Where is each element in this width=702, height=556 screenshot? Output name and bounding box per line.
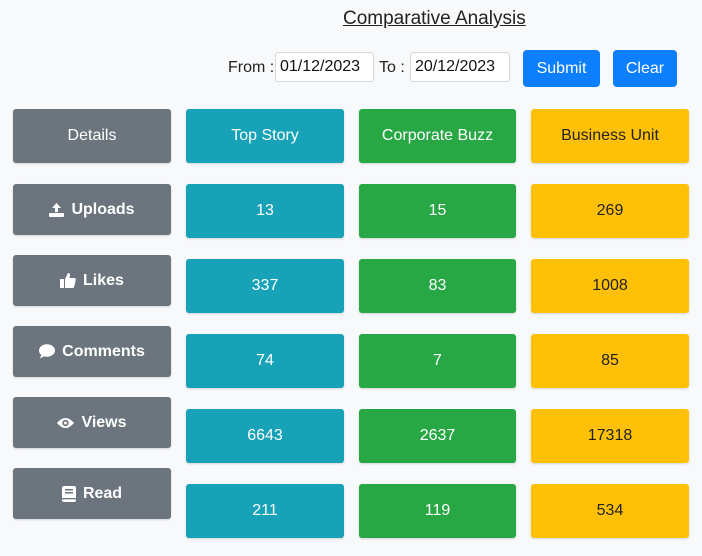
upload-icon	[49, 202, 65, 217]
page-title: Comparative Analysis	[343, 8, 526, 29]
corporate-buzz-header: Corporate Buzz	[359, 109, 516, 163]
clear-button[interactable]: Clear	[613, 50, 677, 87]
corporate-buzz-uploads: 15	[359, 184, 516, 238]
row-label-text: Comments	[62, 342, 145, 360]
business-unit-header: Business Unit	[531, 109, 689, 163]
eye-icon	[57, 417, 75, 429]
row-label-text: Uploads	[71, 200, 135, 218]
from-label: From :	[228, 59, 275, 76]
top-story-read: 211	[186, 484, 344, 538]
corporate-buzz-views: 2637	[359, 409, 516, 463]
row-label-read[interactable]: Read	[13, 468, 171, 519]
business-unit-read: 534	[531, 484, 689, 538]
corporate-buzz-read: 119	[359, 484, 516, 538]
corporate-buzz-likes: 83	[359, 259, 516, 313]
business-unit-uploads: 269	[531, 184, 689, 238]
top-story-header: Top Story	[186, 109, 344, 163]
submit-button[interactable]: Submit	[523, 50, 600, 87]
row-label-likes[interactable]: Likes	[13, 255, 171, 306]
row-label-uploads[interactable]: Uploads	[13, 184, 171, 235]
row-label-text: Read	[82, 484, 123, 502]
business-unit-likes: 1008	[531, 259, 689, 313]
to-label: To :	[379, 59, 405, 76]
top-story-likes: 337	[186, 259, 344, 313]
thumbs-up-icon	[60, 273, 76, 288]
from-date-input[interactable]: 01/12/2023	[275, 52, 374, 82]
to-date-input[interactable]: 20/12/2023	[410, 52, 510, 82]
book-icon	[61, 485, 76, 502]
row-label-text: Likes	[83, 271, 124, 289]
top-story-uploads: 13	[186, 184, 344, 238]
business-unit-comments: 85	[531, 334, 689, 388]
row-label-views[interactable]: Views	[13, 397, 171, 448]
business-unit-views: 17318	[531, 409, 689, 463]
comment-icon	[39, 344, 56, 359]
details-header: Details	[13, 109, 171, 163]
row-label-text: Views	[81, 413, 127, 431]
corporate-buzz-comments: 7	[359, 334, 516, 388]
row-label-comments[interactable]: Comments	[13, 326, 171, 377]
top-story-views: 6643	[186, 409, 344, 463]
top-story-comments: 74	[186, 334, 344, 388]
